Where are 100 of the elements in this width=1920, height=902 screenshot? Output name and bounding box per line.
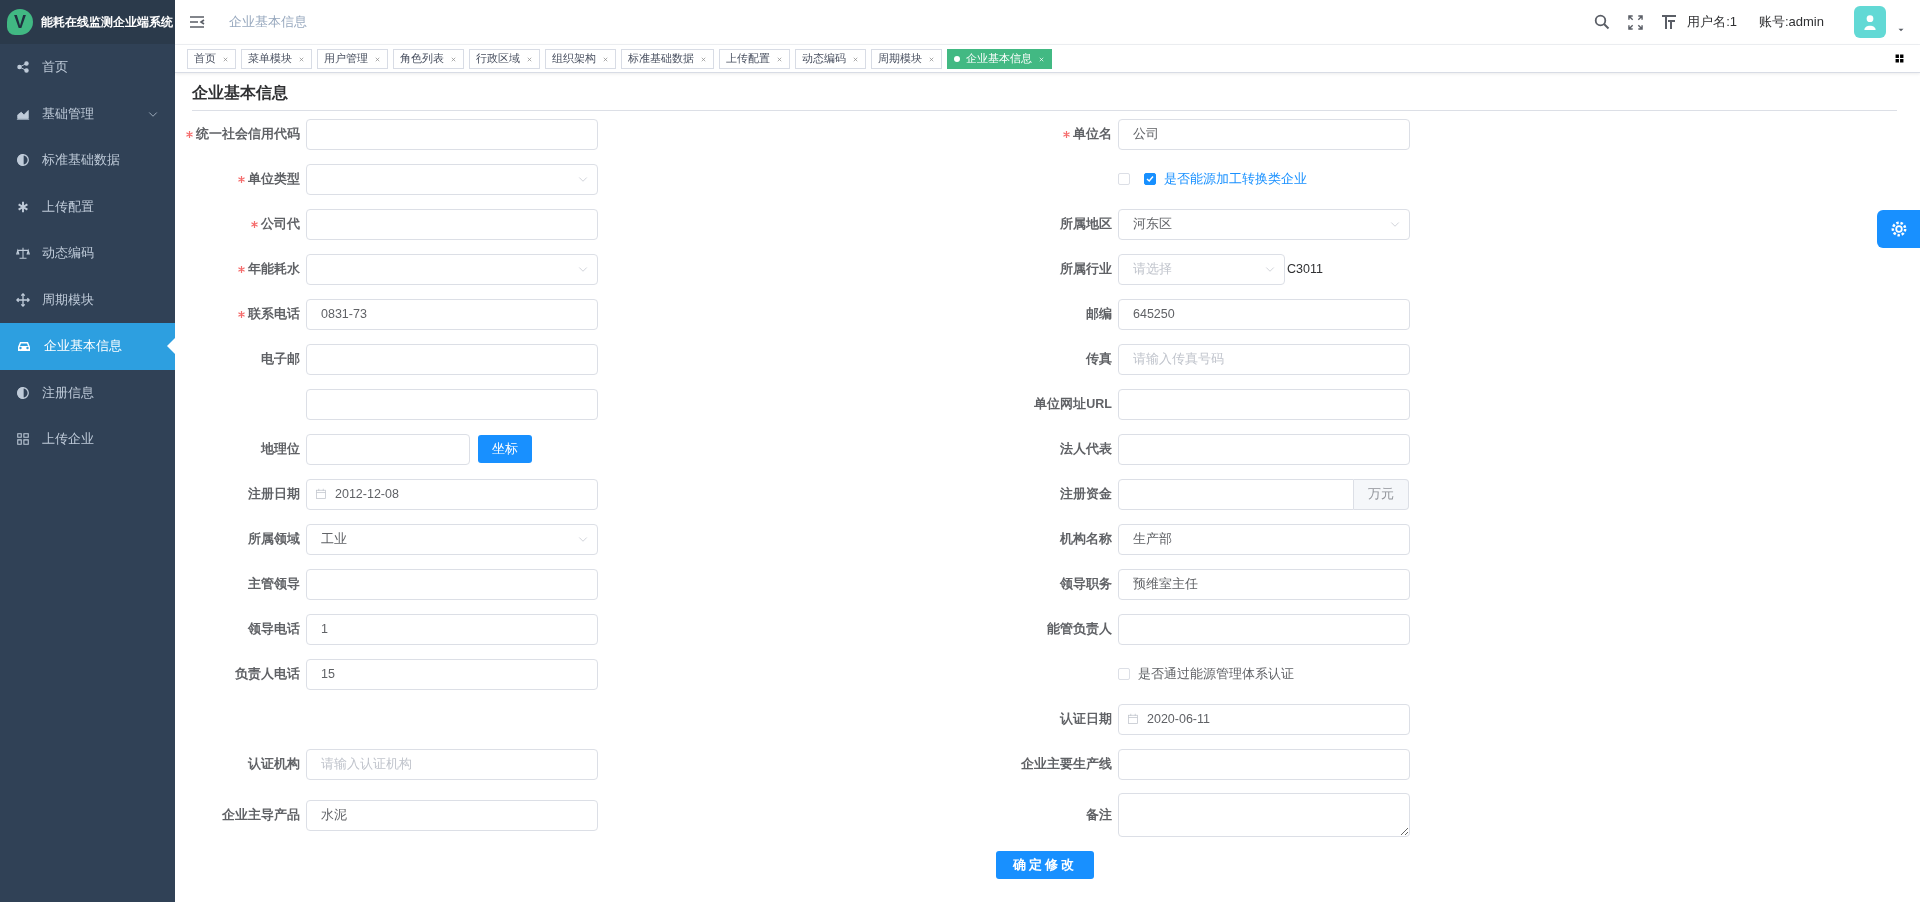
tab[interactable]: 首页 xyxy=(187,48,236,69)
text-field[interactable]: 645250 xyxy=(1118,298,1410,330)
text-field[interactable]: 请输入认证机构 xyxy=(306,748,598,780)
tab[interactable]: 周期模块 xyxy=(871,48,942,69)
required-icon xyxy=(1063,130,1070,138)
field-label: 所属地区 xyxy=(1060,215,1112,233)
text-field[interactable]: 生产部 xyxy=(1118,523,1410,555)
field-label: 认证日期 xyxy=(1060,710,1112,728)
text-field[interactable] xyxy=(1118,433,1410,465)
text-field[interactable] xyxy=(306,343,598,375)
checkbox-label[interactable]: 是否能源加工转换类企业 xyxy=(1164,170,1307,188)
sidebar-item[interactable]: 周期模块 xyxy=(0,276,175,323)
settings-icon xyxy=(1889,220,1908,238)
required-icon xyxy=(238,175,245,183)
field-label: 负责人电话 xyxy=(235,665,300,683)
grid-icon xyxy=(16,432,30,447)
sidebar-item[interactable]: 基础管理 xyxy=(0,90,175,137)
settings-button[interactable] xyxy=(1877,210,1920,248)
industry-code: C3011 xyxy=(1287,262,1323,276)
close-icon xyxy=(776,55,783,63)
half-circle-icon xyxy=(16,153,30,168)
field-label: 法人代表 xyxy=(1060,440,1112,458)
field-label: 能管负责人 xyxy=(1047,620,1112,638)
close-icon xyxy=(928,55,935,63)
checkbox-label[interactable]: 是否通过能源管理体系认证 xyxy=(1138,665,1294,683)
fullscreen-icon xyxy=(1628,14,1644,30)
field-label: 企业主要生产线 xyxy=(1021,755,1112,773)
menu-icon xyxy=(189,14,205,30)
required-icon xyxy=(251,220,258,228)
text-field[interactable] xyxy=(1118,388,1410,420)
avatar-icon[interactable] xyxy=(1854,6,1886,38)
sidebar-item[interactable]: 首页 xyxy=(0,44,175,91)
required-icon xyxy=(238,265,245,273)
close-icon xyxy=(1038,55,1045,63)
sidebar-item[interactable]: 动态编码 xyxy=(0,230,175,277)
field-label: 邮编 xyxy=(1086,305,1112,323)
sidebar-item[interactable]: 标准基础数据 xyxy=(0,137,175,184)
text-field[interactable] xyxy=(306,118,598,150)
field-label: 单位类型 xyxy=(248,170,300,188)
text-field[interactable] xyxy=(306,388,598,420)
close-icon xyxy=(700,55,707,63)
field-label: 注册日期 xyxy=(248,485,300,503)
unit-addon: 万元 xyxy=(1354,478,1409,510)
checkbox[interactable] xyxy=(1144,173,1156,185)
text-field[interactable]: 公司 xyxy=(1118,118,1410,150)
tab[interactable]: 角色列表 xyxy=(393,48,464,69)
app-title: 能耗在线监测企业端系统 xyxy=(41,13,173,31)
text-field[interactable] xyxy=(306,208,598,240)
text-field[interactable]: 0831-73 xyxy=(306,298,598,330)
text-field[interactable]: 1 xyxy=(306,613,598,645)
tab[interactable]: 用户管理 xyxy=(317,48,388,69)
required-icon xyxy=(238,310,245,318)
field-label: 领导职务 xyxy=(1060,575,1112,593)
tab[interactable]: 菜单模块 xyxy=(241,48,312,69)
text-field[interactable] xyxy=(306,433,470,465)
tab[interactable]: 上传配置 xyxy=(719,48,790,69)
close-icon xyxy=(374,55,381,63)
sidebar-item[interactable]: 注册信息 xyxy=(0,369,175,416)
close-icon xyxy=(222,55,229,63)
select-field[interactable]: 河东区 xyxy=(1118,208,1410,240)
field-label: 注册资金 xyxy=(1060,485,1112,503)
section-title: 企业基本信息 xyxy=(192,83,1897,111)
field-label: 单位网址URL xyxy=(1034,395,1112,413)
tab[interactable]: 组织架构 xyxy=(545,48,616,69)
text-field[interactable]: 预维室主任 xyxy=(1118,568,1410,600)
close-icon xyxy=(298,55,305,63)
select-field[interactable]: 工业 xyxy=(306,523,598,555)
field-label: 备注 xyxy=(1086,806,1112,824)
select-field[interactable] xyxy=(306,253,598,285)
select-field[interactable] xyxy=(306,163,598,195)
sidebar-item[interactable]: 上传配置 xyxy=(0,183,175,230)
sidebar-item[interactable]: 上传企业 xyxy=(0,416,175,463)
text-field[interactable] xyxy=(306,568,598,600)
close-icon xyxy=(852,55,859,63)
tab[interactable]: 动态编码 xyxy=(795,48,866,69)
search-icon xyxy=(1594,14,1611,30)
logo: V xyxy=(7,9,33,35)
tab[interactable]: 行政区域 xyxy=(469,48,540,69)
field-label: 联系电话 xyxy=(248,305,300,323)
text-field[interactable] xyxy=(1118,613,1410,645)
account-label: 账号:admin xyxy=(1758,13,1824,31)
field-label: 机构名称 xyxy=(1060,530,1112,548)
date-field[interactable]: 2020-06-11 xyxy=(1118,703,1410,735)
username-label: 用户名:1 xyxy=(1687,13,1737,31)
field-label: 所属领域 xyxy=(248,530,300,548)
field-label: 领导电话 xyxy=(248,620,300,638)
text-field[interactable]: 15 xyxy=(306,658,598,690)
text-field[interactable]: 请输入传真号码 xyxy=(1118,343,1410,375)
tab[interactable]: 标准基础数据 xyxy=(621,48,714,69)
remarks-field[interactable] xyxy=(1118,793,1410,837)
required-icon xyxy=(186,130,193,138)
text-field[interactable] xyxy=(1118,478,1354,510)
date-field[interactable]: 2012-12-08 xyxy=(306,478,598,510)
field-label: 地理位 xyxy=(261,440,300,458)
move-icon xyxy=(16,292,30,307)
field-label: 统一社会信用代码 xyxy=(196,125,300,143)
scale-icon xyxy=(16,246,30,261)
field-label: 认证机构 xyxy=(248,755,300,773)
text-field[interactable]: 水泥 xyxy=(306,799,598,831)
text-field[interactable] xyxy=(1118,748,1410,780)
